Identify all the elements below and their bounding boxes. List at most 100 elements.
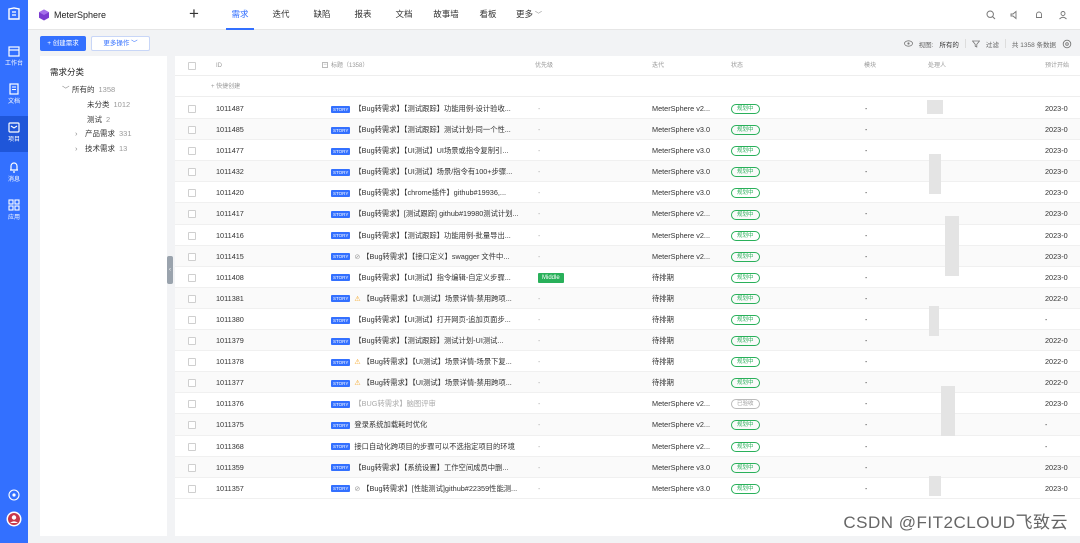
row-checkbox[interactable] [188, 484, 196, 493]
avatar[interactable] [0, 509, 28, 529]
help-icon[interactable] [0, 485, 28, 505]
filter-button[interactable]: 过滤 [986, 39, 999, 49]
row-checkbox[interactable] [188, 168, 196, 177]
row-title-cell[interactable]: STORY 【BUG转需求】脑图评审 [331, 393, 531, 414]
row-title[interactable]: 【Bug转需求】【接口定义】swagger 文件中... [362, 252, 509, 261]
row-status[interactable]: 规划中 [731, 330, 760, 351]
row-checkbox[interactable] [188, 294, 196, 303]
row-title[interactable]: 【Bug转需求】【测试跟踪】测试计划-UI测试... [354, 336, 503, 345]
quick-create-button[interactable]: + 快捷创建 [211, 84, 240, 90]
row-title[interactable]: 【Bug转需求】【chrome插件】github#19936,... [354, 188, 506, 197]
row-title[interactable]: 【Bug转需求】【UI测试】场景详情-场景下复... [363, 357, 512, 366]
row-checkbox[interactable] [188, 463, 196, 472]
tab-reports[interactable]: 报表 [349, 0, 377, 30]
row-status[interactable]: 规划中 [731, 246, 760, 267]
row-title[interactable]: 【Bug转需求】【测试跟踪】功能用例-批量导出... [354, 231, 510, 240]
row-title-cell[interactable]: STORY 接口自动化跨项目的步骤可以不选指定项目的环境 [331, 436, 531, 457]
row-title-cell[interactable]: STORY ⊘ 【Bug转需求】【接口定义】swagger 文件中... [331, 246, 531, 267]
row-checkbox[interactable] [188, 379, 196, 388]
table-row[interactable]: 1011432 STORY 【Bug转需求】【UI测试】场景/指令有100+步骤..… [175, 161, 1080, 183]
row-title[interactable]: 【Bug转需求】【测试跟踪】功能用例-设计验收... [354, 104, 510, 113]
row-title[interactable]: 登录系统加载耗时优化 [354, 420, 427, 429]
rail-item-workbench[interactable]: 工作台 [0, 40, 28, 76]
row-title[interactable]: 【Bug转需求】【UI测试】UI场景或指令复制引... [354, 146, 508, 155]
row-title[interactable]: 【Bug转需求】【UI测试】场景详情-禁用跨项... [363, 378, 512, 387]
tab-kanban[interactable]: 看板 [474, 0, 502, 30]
row-title[interactable]: 【Bug转需求】【UI测试】场景详情-禁用跨项... [363, 294, 512, 303]
row-checkbox[interactable] [188, 252, 196, 261]
tab-requirements[interactable]: 需求 [226, 0, 254, 30]
row-status[interactable]: 规划中 [731, 309, 760, 330]
row-checkbox[interactable] [188, 358, 196, 367]
row-status[interactable]: 规划中 [731, 436, 760, 457]
app-logo-icon[interactable] [0, 0, 28, 28]
row-status[interactable]: 规划中 [731, 98, 760, 119]
table-row[interactable]: 1011381 STORY ⚠ 【Bug转需求】【UI测试】场景详情-禁用跨项... -… [175, 287, 1080, 309]
add-icon[interactable]: + [186, 5, 202, 23]
table-row[interactable]: 1011379 STORY 【Bug转需求】【测试跟踪】测试计划-UI测试... - 待… [175, 330, 1080, 352]
tab-iterations[interactable]: 迭代 [267, 0, 295, 30]
tab-defects[interactable]: 缺陷 [308, 0, 336, 30]
row-checkbox[interactable] [188, 337, 196, 346]
collapse-panel-handle[interactable]: ‹ [167, 256, 173, 284]
row-checkbox[interactable] [188, 105, 196, 113]
row-title[interactable]: 【Bug转需求】【UI测试】场景/指令有100+步骤... [354, 167, 512, 176]
category-item-all[interactable]: ﹀ 所有的 1358 [62, 84, 115, 95]
row-title-cell[interactable]: STORY 【Bug转需求】【测试跟踪】功能用例-设计验收... [331, 98, 531, 119]
search-icon[interactable] [984, 8, 998, 22]
row-title-cell[interactable]: STORY ⚠ 【Bug转需求】【UI测试】场景详情-场景下复... [331, 351, 531, 372]
row-title[interactable]: 【BUG转需求】脑图评审 [354, 399, 435, 408]
table-row[interactable]: 1011368 STORY 接口自动化跨项目的步骤可以不选指定项目的环境 - Meter… [175, 436, 1080, 457]
table-row[interactable]: 1011420 STORY 【Bug转需求】【chrome插件】github#199… [175, 182, 1080, 204]
more-actions-button[interactable]: 更多操作 ﹀ [91, 36, 150, 51]
tab-docs[interactable]: 文档 [390, 0, 418, 30]
category-item-product[interactable]: › 产品需求 331 [75, 128, 132, 139]
row-title-cell[interactable]: STORY 【Bug转需求】【测试跟踪】测试计划-UI测试... [331, 330, 531, 351]
col-handler[interactable]: 处理人 [928, 56, 946, 76]
create-requirement-button[interactable]: + 创建需求 [40, 36, 86, 51]
row-checkbox[interactable] [188, 421, 196, 430]
table-row[interactable]: 1011359 STORY 【Bug转需求】【系统设置】工作空间成员中删... - Me… [175, 456, 1080, 478]
row-title[interactable]: 【Bug转需求】[性能测试]github#22359性能测... [362, 484, 517, 493]
row-status[interactable]: 规划中 [731, 119, 760, 140]
row-status[interactable]: 规划中 [731, 225, 760, 246]
col-id[interactable]: ID [216, 56, 222, 76]
rail-item-project[interactable]: 项目 [0, 116, 28, 152]
col-priority[interactable]: 优先级 [535, 56, 553, 76]
filter-icon[interactable] [971, 40, 980, 48]
row-title-cell[interactable]: STORY 【Bug转需求】【测试跟踪】功能用例-批量导出... [331, 225, 531, 246]
quick-create-row[interactable]: + 快捷创建 [175, 77, 1080, 97]
row-status[interactable]: 规划中 [731, 161, 760, 182]
row-checkbox[interactable] [188, 400, 196, 409]
speaker-icon[interactable] [1008, 8, 1022, 22]
user-icon[interactable] [1056, 8, 1070, 22]
row-title-cell[interactable]: STORY ⊘ 【Bug转需求】[性能测试]github#22359性能测... [331, 478, 531, 499]
table-row[interactable]: 1011357 STORY ⊘ 【Bug转需求】[性能测试]github#22359性… [175, 478, 1080, 499]
category-item-uncategorized[interactable]: 未分类 1012 [87, 99, 130, 110]
row-title[interactable]: 【Bug转需求】【UI测试】指令编辑-自定义步骤... [354, 273, 511, 282]
row-checkbox[interactable] [188, 315, 196, 324]
table-row[interactable]: 1011378 STORY ⚠ 【Bug转需求】【UI测试】场景详情-场景下复... -… [175, 351, 1080, 373]
row-title-cell[interactable]: STORY 【Bug转需求】【UI测试】指令编辑-自定义步骤... [331, 267, 531, 288]
row-title-cell[interactable]: STORY 【Bug转需求】【UI测试】打开网页-追加页面步... [331, 309, 531, 330]
row-title-cell[interactable]: STORY 【Bug转需求】【测试跟踪】测试计划-同一个性... [331, 119, 531, 140]
row-status[interactable]: 规划中 [731, 457, 760, 478]
tab-more[interactable]: 更多 ﹀ [512, 0, 546, 30]
row-checkbox[interactable] [188, 442, 196, 451]
row-title-cell[interactable]: STORY 【Bug转需求】【chrome插件】github#19936,... [331, 182, 531, 203]
row-status[interactable]: 规划中 [731, 351, 760, 372]
row-title-cell[interactable]: STORY 【Bug转需求】【系统设置】工作空间成员中删... [331, 457, 531, 478]
rail-item-apps[interactable]: 应用 [0, 194, 28, 230]
row-title-cell[interactable]: STORY ⚠ 【Bug转需求】【UI测试】场景详情-禁用跨项... [331, 288, 531, 309]
row-title-cell[interactable]: STORY 登录系统加载耗时优化 [331, 414, 531, 435]
row-status[interactable]: 规划中 [731, 478, 760, 499]
row-status[interactable]: 规划中 [731, 140, 760, 161]
row-title-cell[interactable]: STORY 【Bug转需求】【UI测试】场景/指令有100+步骤... [331, 161, 531, 182]
row-checkbox[interactable] [188, 147, 196, 156]
row-title-cell[interactable]: STORY 【Bug转需求】[测试跟踪] github#19980测试计划... [331, 203, 531, 224]
row-checkbox[interactable] [188, 231, 196, 240]
row-status[interactable]: 规划中 [731, 203, 760, 224]
rail-item-messages[interactable]: 消息 [0, 156, 28, 192]
row-title-cell[interactable]: STORY ⚠ 【Bug转需求】【UI测试】场景详情-禁用跨项... [331, 372, 531, 393]
row-status[interactable]: 规划中 [731, 182, 760, 203]
